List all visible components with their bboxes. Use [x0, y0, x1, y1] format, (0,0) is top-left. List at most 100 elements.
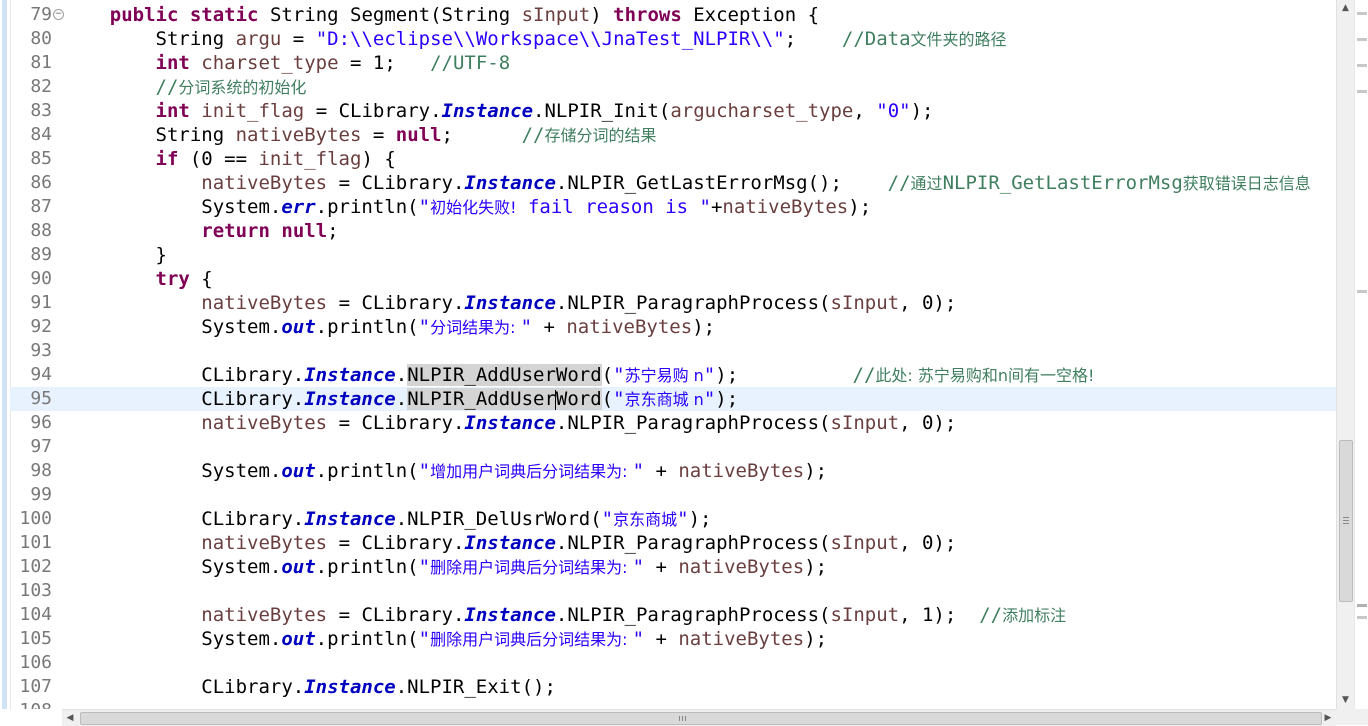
code-line[interactable]: 86 nativeBytes = CLibrary.Instance.NLPIR… — [10, 171, 1336, 195]
code-line[interactable]: 93 — [10, 339, 1336, 363]
code-token: , 0); — [899, 412, 957, 434]
code-text[interactable]: CLibrary.Instance.NLPIR_Exit(); — [64, 675, 556, 699]
code-text[interactable]: nativeBytes = CLibrary.Instance.NLPIR_Ge… — [64, 171, 1311, 196]
code-line[interactable]: 81 int charset_type = 1; //UTF-8 — [10, 51, 1336, 75]
line-number: 81 — [30, 52, 52, 73]
code-line[interactable]: 80 String argu = "D:\\eclipse\\Workspace… — [10, 27, 1336, 51]
code-token: 获取错误日志信息 — [1182, 174, 1311, 193]
code-text[interactable]: CLibrary.Instance.NLPIR_AddUserWord("苏宁易… — [64, 363, 1094, 388]
code-line[interactable]: 107 CLibrary.Instance.NLPIR_Exit(); — [10, 675, 1336, 699]
code-text[interactable]: //分词系统的初始化 — [64, 75, 307, 100]
code-line[interactable]: 100 CLibrary.Instance.NLPIR_DelUsrWord("… — [10, 507, 1336, 531]
code-line[interactable]: 88 return null; — [10, 219, 1336, 243]
code-token: Instance — [464, 532, 556, 554]
code-text[interactable]: nativeBytes = CLibrary.Instance.NLPIR_Pa… — [64, 603, 1066, 628]
code-token: Instance — [441, 100, 534, 122]
code-editor[interactable]: 79− public static String Segment(String … — [10, 0, 1336, 709]
code-token: sInput — [830, 604, 900, 626]
horizontal-scroll-thumb[interactable] — [80, 712, 1322, 725]
code-token: nativeBytes — [678, 460, 805, 482]
code-text[interactable]: System.out.println("分词结果为: " + nativeByt… — [64, 315, 715, 340]
code-text[interactable]: CLibrary.Instance.NLPIR_DelUsrWord("京东商城… — [64, 507, 711, 532]
code-token: , 0); — [899, 532, 957, 554]
code-token: sInput — [521, 4, 591, 26]
vertical-scroll-thumb[interactable] — [1339, 440, 1353, 602]
code-line[interactable]: 96 nativeBytes = CLibrary.Instance.NLPIR… — [10, 411, 1336, 435]
code-text[interactable]: int init_flag = CLibrary.Instance.NLPIR_… — [64, 99, 934, 123]
code-line[interactable]: 103 — [10, 579, 1336, 603]
code-line[interactable]: 90 try { — [10, 267, 1336, 291]
code-line[interactable]: 101 nativeBytes = CLibrary.Instance.NLPI… — [10, 531, 1336, 555]
code-line[interactable]: 94 CLibrary.Instance.NLPIR_AddUserWord("… — [10, 363, 1336, 387]
code-text[interactable]: try { — [64, 267, 213, 291]
code-token: 增加用户词典后分词结果为: — [430, 462, 633, 481]
code-line[interactable]: 95 CLibrary.Instance.NLPIR_AddUserWord("… — [10, 387, 1336, 411]
horizontal-scrollbar[interactable]: ◀ ▶ — [62, 709, 1336, 726]
down-arrow-icon[interactable]: ▼ — [1337, 692, 1354, 709]
code-text[interactable]: String nativeBytes = null; //存储分词的结果 — [64, 123, 657, 148]
code-text[interactable]: String argu = "D:\\eclipse\\Workspace\\J… — [64, 27, 1007, 52]
code-token: CLibrary. — [64, 508, 305, 530]
code-text[interactable]: if (0 == init_flag) { — [64, 147, 396, 171]
code-line[interactable]: 92 System.out.println("分词结果为: " + native… — [10, 315, 1336, 339]
code-line[interactable]: 97 — [10, 435, 1336, 459]
code-line[interactable]: 83 int init_flag = CLibrary.Instance.NLP… — [10, 99, 1336, 123]
code-text[interactable]: System.out.println("增加用户词典后分词结果为: " + na… — [64, 459, 827, 484]
overview-ruler[interactable] — [1354, 0, 1368, 709]
code-token: .println( — [315, 628, 419, 650]
code-token: Instance — [304, 508, 396, 530]
code-token: + — [644, 556, 679, 578]
code-line[interactable]: 82 //分词系统的初始化 — [10, 75, 1336, 99]
code-text[interactable]: System.err.println("初始化失败! fail reason i… — [64, 195, 871, 220]
code-line[interactable]: 98 System.out.println("增加用户词典后分词结果为: " +… — [10, 459, 1336, 483]
code-line[interactable]: 108 — [10, 699, 1336, 709]
line-number: 79 — [30, 4, 52, 25]
code-token: .NLPIR_ParagraphProcess( — [555, 412, 831, 434]
vertical-scrollbar[interactable]: ▲ ▼ — [1336, 0, 1354, 709]
code-line[interactable]: 99 — [10, 483, 1336, 507]
code-text[interactable]: } — [64, 243, 167, 267]
code-token: nativeBytes — [201, 292, 328, 314]
code-token: ); — [715, 364, 853, 386]
fold-collapse-icon[interactable]: − — [53, 9, 64, 20]
line-number: 88 — [30, 220, 52, 241]
code-text[interactable]: public static String Segment(String sInp… — [64, 3, 819, 27]
code-token: " — [418, 316, 431, 338]
code-line[interactable]: 105 System.out.println("删除用户词典后分词结果为: " … — [10, 627, 1336, 651]
code-line[interactable]: 102 System.out.println("删除用户词典后分词结果为: " … — [10, 555, 1336, 579]
code-token: return — [201, 220, 270, 242]
right-arrow-icon[interactable]: ▶ — [1320, 710, 1336, 726]
code-line[interactable]: 87 System.err.println("初始化失败! fail reaso… — [10, 195, 1336, 219]
code-line[interactable]: 79− public static String Segment(String … — [10, 3, 1336, 27]
code-token: nativeBytes — [201, 412, 328, 434]
code-token: .NLPIR_GetLastErrorMsg(); — [555, 172, 888, 194]
code-text[interactable]: nativeBytes = CLibrary.Instance.NLPIR_Pa… — [64, 291, 956, 315]
code-line[interactable]: 91 nativeBytes = CLibrary.Instance.NLPIR… — [10, 291, 1336, 315]
code-line[interactable]: 85 if (0 == init_flag) { — [10, 147, 1336, 171]
code-token: init_flag — [201, 100, 305, 122]
code-text[interactable]: System.out.println("删除用户词典后分词结果为: " + na… — [64, 555, 827, 580]
code-token: nativeBytes — [201, 604, 328, 626]
code-text[interactable]: nativeBytes = CLibrary.Instance.NLPIR_Pa… — [64, 411, 956, 435]
code-text[interactable]: nativeBytes = CLibrary.Instance.NLPIR_Pa… — [64, 531, 956, 555]
code-text[interactable]: System.out.println("删除用户词典后分词结果为: " + na… — [64, 627, 827, 652]
left-arrow-icon[interactable]: ◀ — [62, 710, 78, 726]
code-token: + — [532, 316, 567, 338]
line-number: 93 — [30, 340, 52, 361]
code-line[interactable]: 106 — [10, 651, 1336, 675]
code-text[interactable]: CLibrary.Instance.NLPIR_AddUserWord("京东商… — [64, 387, 738, 412]
code-token: " — [703, 364, 716, 386]
code-line[interactable]: 84 String nativeBytes = null; //存储分词的结果 — [10, 123, 1336, 147]
code-token: " — [613, 388, 625, 410]
code-token: .NLPIR_Init( — [533, 100, 671, 122]
code-token: ) { — [361, 148, 396, 170]
code-text[interactable]: return null; — [64, 219, 338, 243]
code-line[interactable]: 104 nativeBytes = CLibrary.Instance.NLPI… — [10, 603, 1336, 627]
code-text[interactable]: int charset_type = 1; //UTF-8 — [64, 51, 511, 75]
code-line[interactable]: 89 } — [10, 243, 1336, 267]
up-arrow-icon[interactable]: ▲ — [1337, 0, 1354, 17]
